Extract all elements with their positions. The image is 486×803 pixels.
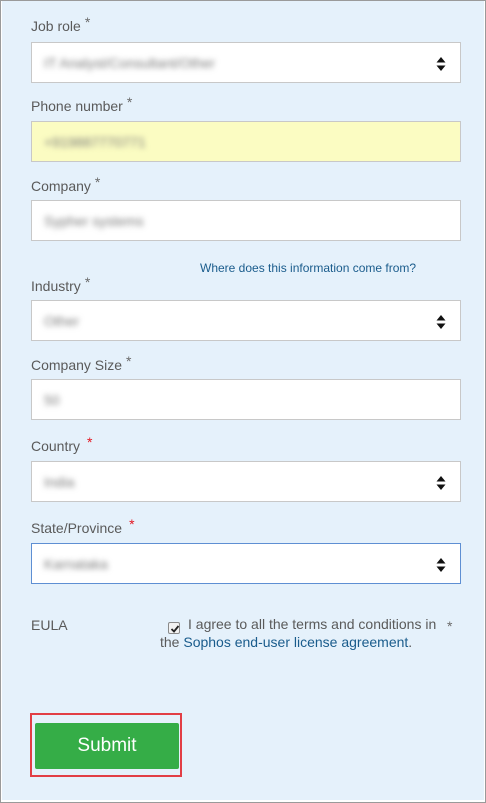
- company-value: Sypher systems: [44, 213, 144, 229]
- job-role-label-text: Job role: [31, 18, 81, 34]
- industry-select[interactable]: Other: [31, 300, 461, 341]
- industry-label: Industry *: [31, 274, 90, 294]
- country-select[interactable]: India: [31, 461, 461, 502]
- required-mark: *: [94, 174, 101, 190]
- required-mark: *: [129, 516, 135, 532]
- required-mark: *: [84, 14, 91, 30]
- form-frame: Job role * IT Analyst/Consultant/Other Ph…: [0, 0, 486, 803]
- industry-value: Other: [44, 313, 80, 329]
- phone-number-field[interactable]: +919887770771: [31, 121, 461, 162]
- submit-button[interactable]: Submit: [35, 723, 179, 769]
- required-mark: *: [126, 353, 132, 369]
- job-role-label: Job role *: [31, 14, 90, 34]
- sort-arrows-icon: [436, 315, 446, 329]
- required-mark: *: [87, 434, 93, 450]
- phone-label: Phone number *: [31, 94, 132, 114]
- state-label: State/Province *: [31, 516, 135, 536]
- company-size-label: Company Size *: [31, 353, 132, 373]
- job-role-select[interactable]: IT Analyst/Consultant/Other: [31, 42, 461, 83]
- required-mark: *: [84, 274, 91, 290]
- state-select[interactable]: Karnataka: [31, 543, 461, 584]
- country-value: India: [44, 474, 75, 490]
- eula-agreement-text: I agree to all the terms and conditions …: [160, 615, 452, 651]
- eula-link[interactable]: Sophos end-user license agreement: [183, 634, 408, 650]
- country-label: Country *: [31, 434, 92, 454]
- sort-arrows-icon: [436, 57, 446, 71]
- eula-required-mark: *: [447, 618, 453, 634]
- state-label-text: State/Province: [31, 520, 123, 536]
- sort-arrows-icon: [436, 558, 446, 572]
- sort-arrows-icon: [436, 476, 446, 490]
- job-role-value: IT Analyst/Consultant/Other: [44, 55, 215, 71]
- company-label: Company *: [31, 174, 100, 194]
- company-label-text: Company: [31, 178, 91, 194]
- company-size-field[interactable]: 50: [31, 379, 461, 420]
- phone-label-text: Phone number: [31, 98, 123, 114]
- company-field[interactable]: Sypher systems: [31, 200, 461, 241]
- info-source-link[interactable]: Where does this information come from?: [200, 261, 416, 275]
- eula-label: EULA: [31, 617, 68, 633]
- phone-number-value: +919887770771: [44, 134, 146, 150]
- form-panel: Job role * IT Analyst/Consultant/Other Ph…: [2, 1, 484, 800]
- country-label-text: Country: [31, 438, 81, 454]
- company-size-label-text: Company Size: [31, 357, 123, 373]
- eula-text-after: .: [408, 634, 413, 650]
- submit-highlight-outline: Submit: [30, 713, 182, 777]
- company-size-value: 50: [44, 392, 60, 408]
- state-value: Karnataka: [44, 556, 108, 572]
- industry-label-text: Industry: [31, 278, 81, 294]
- required-mark: *: [126, 94, 133, 110]
